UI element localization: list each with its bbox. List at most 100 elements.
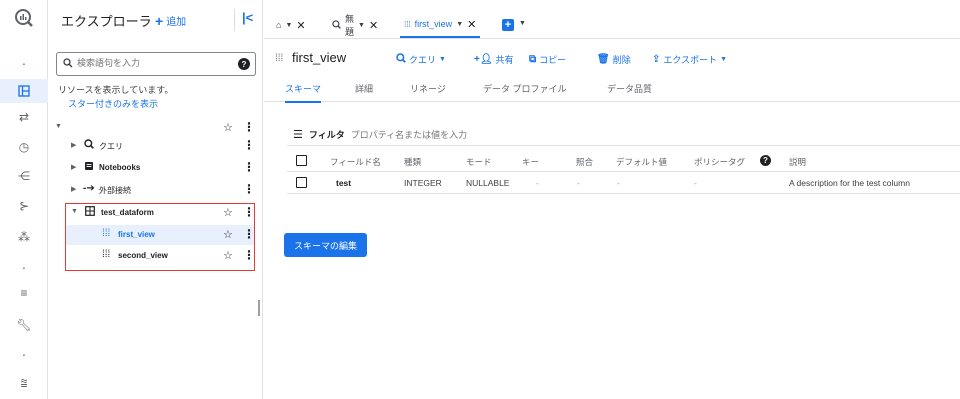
tab-label: first_view (414, 19, 453, 29)
divider (234, 9, 235, 31)
copy-button-label: コピー (539, 55, 567, 65)
chevron-right-icon[interactable]: ▶ (71, 141, 76, 149)
transfer-icon[interactable]: ⇄ (0, 105, 48, 129)
dataflow-icon[interactable]: ⊱ (0, 194, 48, 218)
field-name-cell: test (336, 178, 352, 188)
select-all-checkbox[interactable] (296, 155, 307, 166)
query-button[interactable]: クエリ ▼ (396, 53, 446, 66)
chevron-down-icon[interactable]: ▼ (519, 20, 526, 27)
chart-icon[interactable]: ⩰ (0, 371, 48, 395)
tab-data-profile[interactable]: データ プロファイル (483, 82, 567, 101)
tree-item-external-connections[interactable]: ▶ -➔ 外部接続 ⋮ (49, 180, 263, 200)
description-cell: A description for the test column (789, 178, 910, 188)
close-icon[interactable]: ✕ (467, 18, 476, 31)
explorer-rail-icon[interactable] (0, 79, 48, 103)
more-options-icon[interactable]: ⋮ (243, 182, 255, 196)
chevron-down-icon: ▼ (720, 56, 728, 63)
add-button[interactable]: + 追加 (155, 12, 187, 29)
home-icon: ⌂ (276, 20, 282, 30)
column-header[interactable]: フィールド名 (330, 156, 381, 168)
chevron-down-icon[interactable]: ▼ (358, 22, 365, 29)
copy-icon: ⧉ (529, 54, 537, 65)
chevron-right-icon[interactable]: ▶ (71, 185, 76, 193)
more-options-icon[interactable]: ⋮ (243, 160, 255, 174)
new-tab-plus-icon[interactable]: + (502, 19, 514, 31)
show-starred-link[interactable]: スター付きのみを表示 (68, 97, 158, 110)
search-icon (63, 58, 73, 71)
chevron-down-icon: ▼ (439, 56, 446, 63)
filter-input[interactable] (350, 129, 551, 140)
tab-label: 無題 (345, 14, 355, 37)
tab-home[interactable]: ⌂ ▼ ✕ (276, 12, 306, 38)
copy-button[interactable]: ⧉ コピー (529, 53, 566, 66)
tab-first-view[interactable]: ⁞⁞⁞ first_view ▼ ✕ (400, 12, 481, 38)
chevron-down-icon[interactable]: ▼ (55, 123, 62, 130)
close-icon[interactable]: ✕ (296, 19, 305, 32)
delete-button[interactable]: 🗑︎ 削除 (597, 53, 631, 66)
add-button-label: 追加 (166, 17, 187, 28)
explorer-search-box[interactable]: ? (56, 52, 256, 76)
wrench-icon[interactable]: 🔧︎ (0, 313, 48, 337)
rail-dot-icon: · (21, 259, 27, 275)
history-icon[interactable]: ◷ (0, 135, 48, 159)
connection-icon: -➔ (83, 183, 95, 194)
help-icon[interactable]: ? (238, 58, 250, 70)
star-icon[interactable]: ☆ (223, 121, 233, 134)
filter-icon: ☰ (293, 129, 303, 141)
view-toolbar: ⁞⁞⁞ first_view クエリ ▼ +👤︎ 共有 ⧉ コピー 🗑︎ 削除 … (264, 45, 960, 71)
tree-item-label: クエリ (99, 142, 123, 151)
column-header[interactable]: デフォルト値 (616, 156, 667, 168)
tree-item-notebooks[interactable]: ▶ Notebooks ⋮ (49, 158, 263, 178)
policy-tag-cell: - (694, 178, 697, 188)
tab-untitled[interactable]: 無題 ▼ ✕ (332, 12, 378, 38)
tab-schema[interactable]: スキーマ (285, 82, 322, 103)
export-button[interactable]: ⇪ エクスポート ▼ (652, 53, 727, 66)
graph-icon[interactable]: ⁂ (0, 225, 48, 249)
chevron-down-icon[interactable]: ▼ (285, 22, 292, 29)
page-title: first_view (292, 50, 347, 65)
list-icon[interactable]: ≡ (0, 281, 48, 305)
project-row[interactable]: ▼ ☆ ⋮ (49, 118, 263, 138)
detail-tabs: スキーマ 詳細 リネージ データ プロファイル データ品質 (264, 78, 960, 103)
share-button[interactable]: +👤︎ 共有 (474, 53, 514, 66)
share-button-label: 共有 (495, 55, 514, 65)
default-value-cell: - (617, 178, 620, 188)
left-rail: · ⇄ ◷ ⋲ ⊱ ⁂ · ≡ 🔧︎ · ⩰ (0, 0, 48, 399)
tab-details[interactable]: 詳細 (355, 82, 373, 101)
more-options-icon[interactable]: ⋮ (243, 120, 255, 134)
column-header[interactable]: キー (522, 156, 539, 168)
chevron-right-icon[interactable]: ▶ (71, 163, 76, 171)
plus-icon: + (155, 12, 164, 29)
column-header[interactable]: 照合 (576, 156, 593, 168)
filter-label: フィルタ (308, 130, 345, 140)
scrollbar-thumb[interactable] (258, 300, 260, 316)
more-options-icon[interactable]: ⋮ (243, 138, 255, 152)
column-header[interactable]: モード (466, 156, 492, 168)
chevron-down-icon[interactable]: ▼ (456, 21, 463, 28)
rail-dot-icon: · (21, 55, 27, 71)
key-cell: - (536, 178, 539, 188)
tab-lineage[interactable]: リネージ (410, 82, 446, 101)
export-icon: ⇪ (652, 54, 661, 65)
query-icon (84, 139, 94, 152)
edit-schema-button[interactable]: スキーマの編集 (284, 233, 367, 257)
help-icon[interactable]: ? (760, 155, 771, 166)
explorer-title: エクスプローラ (61, 14, 152, 29)
trash-icon: 🗑︎ (597, 54, 610, 65)
delete-button-label: 削除 (612, 55, 631, 65)
table-row[interactable]: test INTEGER NULLABLE - - - - A descript… (287, 172, 960, 194)
schema-filter[interactable]: ☰ フィルタ (293, 128, 551, 141)
row-checkbox[interactable] (296, 177, 307, 188)
collapse-panel-icon[interactable]: |< (242, 10, 253, 25)
tree-item-label: Notebooks (99, 163, 141, 172)
close-icon[interactable]: ✕ (369, 19, 378, 32)
tab-data-quality[interactable]: データ品質 (607, 82, 652, 101)
column-header[interactable]: 説明 (789, 156, 806, 168)
tree-item-queries[interactable]: ▶ クエリ ⋮ (49, 136, 263, 156)
pipeline-icon[interactable]: ⋲ (0, 164, 48, 188)
notebook-icon (84, 161, 94, 174)
column-header[interactable]: 種類 (404, 156, 421, 168)
search-input[interactable] (77, 58, 227, 68)
bigquery-logo-icon[interactable] (0, 4, 48, 32)
column-header[interactable]: ポリシータグ (694, 156, 745, 168)
